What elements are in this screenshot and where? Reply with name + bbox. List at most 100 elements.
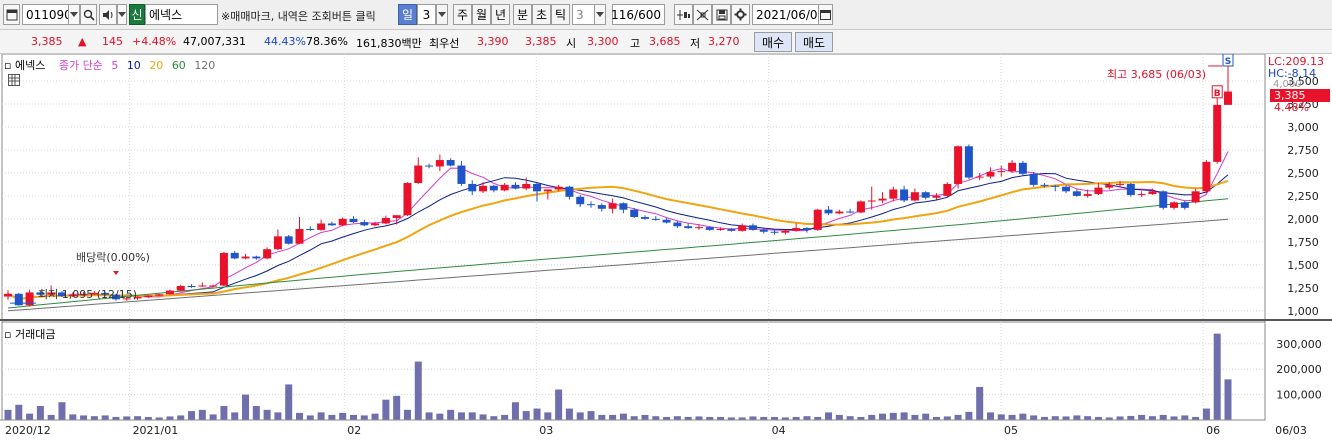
candle-body xyxy=(1008,162,1017,172)
volume-bar xyxy=(1159,414,1167,420)
candle-body xyxy=(684,226,693,229)
calendar-icon[interactable] xyxy=(818,4,833,25)
save-icon[interactable] xyxy=(712,4,731,25)
candle-body xyxy=(554,186,563,190)
best-ask-label: 최우선 xyxy=(429,37,460,50)
buy-button[interactable]: 매수 xyxy=(754,32,792,52)
stock-code-input[interactable]: 011090 xyxy=(22,4,72,25)
volume-bar xyxy=(425,412,433,420)
candlesticks: BS xyxy=(4,54,1234,307)
tab-minute[interactable]: 분 xyxy=(513,4,532,25)
date-input[interactable]: 2021/06/03 xyxy=(752,4,825,25)
volume-bar xyxy=(1202,408,1210,420)
open-label: 시 xyxy=(566,37,577,50)
price-change-pct: +4.48% xyxy=(132,35,177,48)
volume-bar xyxy=(911,414,919,420)
volume-bar xyxy=(1073,415,1081,420)
tab-tick[interactable]: 틱 xyxy=(551,4,570,25)
volume-bar xyxy=(15,404,23,420)
count-input[interactable]: 116/600 xyxy=(611,4,665,25)
candle-body xyxy=(781,230,790,233)
candle-body xyxy=(835,211,844,214)
speaker-dropdown[interactable] xyxy=(117,4,127,25)
volume-bar xyxy=(501,414,509,420)
search-icon[interactable] xyxy=(80,4,97,25)
y-tick-label: 1,750 xyxy=(1287,236,1319,249)
tab-week[interactable]: 주 xyxy=(453,4,472,25)
volume-legend-label: 거래대금 xyxy=(14,328,56,341)
period-input[interactable]: 3 xyxy=(572,4,596,25)
tab-month[interactable]: 월 xyxy=(472,4,491,25)
stock-chart[interactable]: BS 1,0001,2501,5001,7502,0002,2502,5002,… xyxy=(0,54,1332,446)
tab-day[interactable]: 일 xyxy=(398,4,417,25)
volume-bar xyxy=(565,408,573,420)
volume-bar xyxy=(1170,416,1178,420)
candle-body xyxy=(932,195,941,198)
y-tick-label: 2,250 xyxy=(1287,190,1319,203)
stock-name-field[interactable]: 에넥스 xyxy=(145,4,218,25)
speaker-icon[interactable] xyxy=(99,4,117,25)
volume-bar xyxy=(242,394,250,420)
trade-mark-hint: ※매매마크, 내역은 조회버튼 클릭 xyxy=(221,10,376,23)
candle-body xyxy=(640,217,649,219)
candle-body xyxy=(943,183,952,196)
tab-tick-label: 틱 xyxy=(554,8,567,22)
volume-bar xyxy=(749,416,757,420)
candle-body xyxy=(1137,194,1146,196)
crosshair-icon[interactable] xyxy=(674,4,693,25)
volume-bar xyxy=(209,414,217,420)
volume-bar xyxy=(468,412,476,420)
candle-body xyxy=(306,228,315,230)
volume-bar xyxy=(339,412,347,420)
candle-body xyxy=(543,189,552,192)
candle-body xyxy=(824,209,833,214)
volume-bar xyxy=(900,412,908,420)
volume-bar xyxy=(1084,416,1092,420)
day-period-input[interactable]: 3 xyxy=(417,4,436,25)
toolbar: 011090 신 에넥스 ※매매마크, 내역은 조회버튼 클릭 일 3 주 월 … xyxy=(0,0,1332,30)
volume-bar xyxy=(868,414,876,420)
volume-bar xyxy=(1148,416,1156,420)
candle-body xyxy=(360,222,369,226)
tab-second[interactable]: 초 xyxy=(532,4,551,25)
volume-bar xyxy=(846,416,854,420)
window-icon[interactable] xyxy=(3,4,20,25)
candle-body xyxy=(1148,191,1157,195)
volume-ratio-1: 44.43% xyxy=(264,35,306,48)
x-tick-label: 2020/12 xyxy=(5,424,51,437)
volume-bar xyxy=(58,402,66,420)
candle-body xyxy=(349,218,358,223)
credit-badge-label: 신 xyxy=(131,8,143,22)
day-period-dropdown[interactable] xyxy=(436,4,448,25)
candle-body xyxy=(1040,184,1049,186)
stock-code-dropdown[interactable] xyxy=(68,4,80,25)
volume-bar xyxy=(296,412,304,420)
table-icon[interactable] xyxy=(8,74,20,86)
period-dropdown[interactable] xyxy=(594,4,606,25)
volume-bar xyxy=(954,414,962,420)
volume-bar xyxy=(1030,415,1038,420)
candle-body xyxy=(295,228,304,244)
candle-body xyxy=(1180,202,1189,208)
price-change: 145 xyxy=(102,35,123,48)
volume-legend: ▫ 거래대금 xyxy=(4,328,56,341)
candle-body xyxy=(878,198,887,201)
volume-bar xyxy=(1127,415,1135,420)
volume-bar xyxy=(436,413,444,420)
sell-button[interactable]: 매도 xyxy=(795,32,833,52)
candle-body xyxy=(511,184,520,189)
volume-bar xyxy=(177,415,185,420)
candle-body xyxy=(770,231,779,233)
candle-body xyxy=(1083,194,1092,196)
candle-body xyxy=(284,236,293,244)
candle-body xyxy=(867,200,876,202)
gear-icon[interactable] xyxy=(731,4,750,25)
tab-year[interactable]: 년 xyxy=(491,4,510,25)
candle-body xyxy=(587,204,596,206)
volume-bar xyxy=(274,412,282,420)
y-tick-label: 1,250 xyxy=(1287,282,1319,295)
candle-body xyxy=(371,223,380,226)
y-tick-label: 2,500 xyxy=(1287,167,1319,180)
draw-tool-icon[interactable] xyxy=(693,4,712,25)
candle-body xyxy=(317,223,326,230)
